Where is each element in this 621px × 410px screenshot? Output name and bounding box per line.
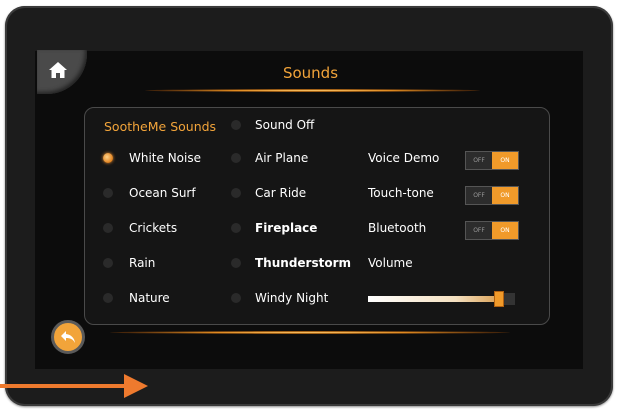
radio-rain[interactable] — [103, 258, 113, 268]
radio-fireplace[interactable] — [231, 223, 241, 233]
touch-tone-toggle[interactable]: OFF ON — [465, 186, 519, 205]
radio-nature[interactable] — [103, 293, 113, 303]
toggle-off-label: OFF — [466, 222, 492, 239]
sound-option-rain[interactable]: Rain — [129, 256, 155, 270]
touch-tone-label: Touch-tone — [368, 186, 434, 200]
back-button[interactable] — [51, 320, 85, 354]
bluetooth-label: Bluetooth — [368, 221, 427, 235]
radio-ocean-surf[interactable] — [103, 188, 113, 198]
volume-slider-end — [503, 293, 515, 305]
pointer-arrow-shaft — [0, 384, 126, 388]
toggle-on-label: ON — [492, 187, 518, 204]
voice-demo-toggle[interactable]: OFF ON — [465, 151, 519, 170]
sound-option-ocean-surf[interactable]: Ocean Surf — [129, 186, 196, 200]
radio-air-plane[interactable] — [231, 153, 241, 163]
panel-heading: SootheMe Sounds — [104, 119, 217, 134]
volume-slider-thumb[interactable] — [494, 291, 504, 307]
title-glow-divider — [145, 89, 480, 92]
radio-thunderstorm[interactable] — [231, 258, 241, 268]
toggle-on-label: ON — [492, 152, 518, 169]
bluetooth-toggle[interactable]: OFF ON — [465, 221, 519, 240]
sound-option-sound-off[interactable]: Sound Off — [255, 118, 314, 132]
sound-option-car-ride[interactable]: Car Ride — [255, 186, 306, 200]
toggle-off-label: OFF — [466, 187, 492, 204]
pointer-arrow-icon — [124, 374, 148, 398]
volume-slider-track[interactable] — [368, 296, 514, 302]
radio-white-noise[interactable] — [103, 153, 113, 163]
sound-option-fireplace[interactable]: Fireplace — [255, 221, 317, 235]
sound-option-crickets[interactable]: Crickets — [129, 221, 177, 235]
sound-option-air-plane[interactable]: Air Plane — [255, 151, 308, 165]
sound-option-thunderstorm[interactable]: Thunderstorm — [255, 256, 351, 270]
toggle-on-label: ON — [492, 222, 518, 239]
sound-option-white-noise[interactable]: White Noise — [129, 151, 201, 165]
toggle-off-label: OFF — [466, 152, 492, 169]
bottom-glow-divider — [110, 331, 510, 334]
page-title: Sounds — [282, 64, 339, 82]
radio-windy-night[interactable] — [231, 293, 241, 303]
voice-demo-label: Voice Demo — [368, 151, 440, 165]
radio-crickets[interactable] — [103, 223, 113, 233]
radio-sound-off[interactable] — [231, 120, 241, 130]
radio-car-ride[interactable] — [231, 188, 241, 198]
sound-option-windy-night[interactable]: Windy Night — [255, 291, 328, 305]
back-arrow-icon — [61, 331, 75, 343]
sound-option-nature[interactable]: Nature — [129, 291, 170, 305]
volume-label: Volume — [368, 256, 413, 270]
